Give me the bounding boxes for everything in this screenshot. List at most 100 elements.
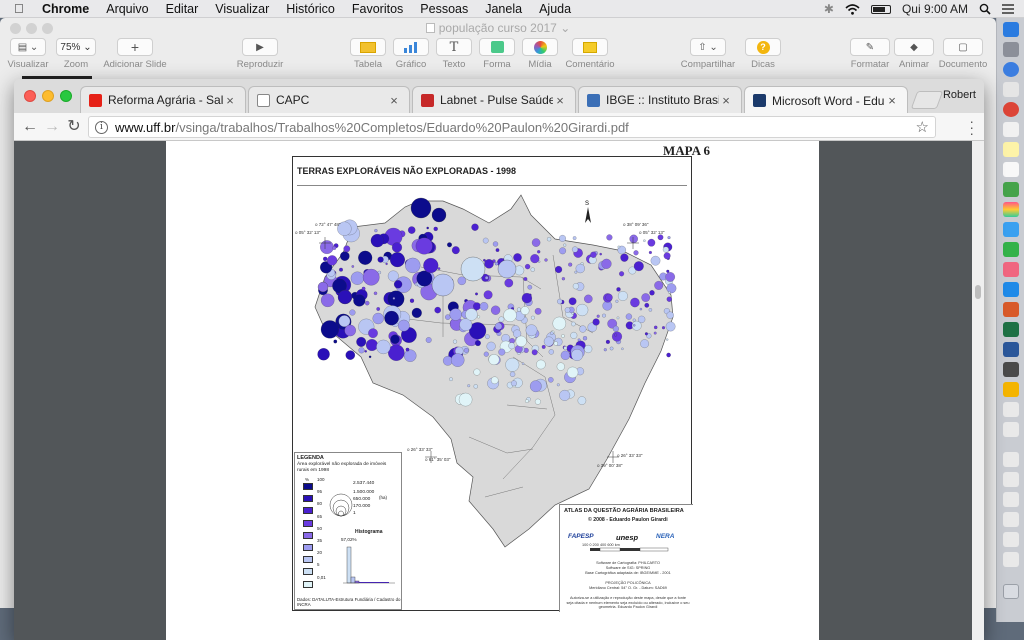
preview-icon[interactable] — [1003, 402, 1019, 417]
pdf-stack-icon[interactable] — [1003, 532, 1019, 547]
map-bubble — [582, 336, 588, 341]
compartilhar-button[interactable]: ⇧ ⌄ Compartilhar — [680, 38, 736, 70]
keynote-icon[interactable] — [1003, 382, 1019, 397]
map-bubble — [544, 258, 548, 262]
menu-favoritos[interactable]: Favoritos — [352, 2, 403, 16]
map-bubble — [530, 315, 535, 320]
new-tab-button[interactable] — [910, 91, 944, 109]
comentario-button[interactable]: Comentário — [565, 38, 615, 70]
vertical-scrollbar[interactable] — [972, 141, 984, 640]
minimize-window-button[interactable] — [42, 90, 54, 102]
bluetooth-icon[interactable]: ✱ — [824, 2, 834, 16]
url-input[interactable]: i www.uff.br/vsinga/trabalhos/Trabalhos%… — [88, 116, 936, 138]
tab-ibge[interactable]: IBGE :: Instituto Brasileiro d × — [578, 86, 742, 113]
zoom-button[interactable]: 75% ⌄ Zoom — [54, 38, 98, 70]
back-arrow-icon[interactable]: ← — [20, 117, 40, 137]
apple-menu-icon[interactable]:  — [14, 1, 28, 16]
close-tab-icon[interactable]: × — [885, 93, 899, 108]
tab-microsoft-word[interactable]: Microsoft Word - Eduardo P × — [744, 86, 908, 114]
close-tab-icon[interactable]: × — [387, 93, 401, 108]
battery-icon[interactable] — [870, 4, 891, 14]
launchpad-icon[interactable] — [1003, 42, 1019, 57]
maximize-window-button[interactable] — [60, 90, 72, 102]
safari-icon[interactable] — [1003, 62, 1019, 77]
menu-list-icon[interactable] — [1002, 4, 1014, 14]
forward-arrow-icon[interactable]: → — [42, 117, 62, 137]
menu-janela[interactable]: Janela — [485, 2, 522, 16]
maps-icon[interactable] — [1003, 182, 1019, 197]
map-bubble — [555, 265, 563, 273]
trash-icon[interactable] — [1003, 584, 1019, 599]
reload-icon[interactable]: ↻ — [64, 117, 84, 137]
legend-swatch — [303, 483, 313, 490]
dicas-button[interactable]: ? Dicas — [745, 38, 781, 70]
app-store-icon[interactable] — [1003, 282, 1019, 297]
map-bubble — [525, 263, 531, 270]
itunes-icon[interactable] — [1003, 262, 1019, 277]
chrome-menu-icon[interactable]: · · · — [969, 114, 974, 140]
profile-button[interactable]: Robert — [943, 89, 976, 101]
notes-icon[interactable] — [1003, 142, 1019, 157]
document-stack-icon[interactable] — [1003, 452, 1019, 467]
image-stack-icon[interactable] — [1003, 552, 1019, 567]
close-window-button[interactable] — [24, 90, 36, 102]
messages-icon[interactable] — [1003, 222, 1019, 237]
menu-editar[interactable]: Editar — [166, 2, 199, 16]
play-button[interactable]: ▶ Reproduzir — [232, 38, 288, 70]
map-bubble — [630, 297, 640, 308]
scrollbar-thumb[interactable] — [975, 285, 981, 299]
legend-swatch — [303, 568, 313, 576]
legend-class-label: 65 — [317, 513, 323, 519]
downloads-stack-icon[interactable] — [1003, 472, 1019, 487]
close-tab-icon[interactable]: × — [553, 93, 567, 108]
wifi-icon[interactable] — [845, 3, 860, 15]
menu-app-chrome[interactable]: Chrome — [42, 2, 89, 16]
map-bubble — [570, 331, 578, 339]
documento-button[interactable]: ▢ Documento — [936, 38, 990, 70]
system-preferences-icon[interactable] — [1003, 362, 1019, 377]
calendar-icon[interactable] — [1003, 122, 1019, 137]
tab-capc[interactable]: CAPC × — [248, 86, 410, 113]
midia-button[interactable]: Mídia — [522, 38, 558, 70]
forma-button[interactable]: Forma — [479, 38, 515, 70]
grafico-button[interactable]: Gráfico — [393, 38, 429, 70]
facetime-icon[interactable] — [1003, 242, 1019, 257]
tab-labnet[interactable]: Labnet - Pulse Saúde × — [412, 86, 576, 113]
tab-reforma-agraria[interactable]: Reforma Agrária - Sala Del × — [80, 86, 246, 113]
tabela-button[interactable]: Tabela — [350, 38, 386, 70]
menu-pessoas[interactable]: Pessoas — [420, 2, 468, 16]
close-tab-icon[interactable]: × — [719, 93, 733, 108]
spotlight-search-icon[interactable] — [979, 3, 991, 15]
bookmark-star-icon[interactable]: ☆ — [916, 118, 929, 136]
menu-visualizar[interactable]: Visualizar — [215, 2, 269, 16]
map-bubble — [340, 251, 350, 261]
chevron-down-icon[interactable]: ⌄ — [560, 21, 570, 35]
formatar-button[interactable]: ✎ Formatar — [848, 38, 892, 70]
chrome-icon[interactable] — [1003, 102, 1019, 117]
add-slide-button[interactable]: + Adicionar Slide — [102, 38, 168, 70]
folder-stack-icon[interactable] — [1003, 492, 1019, 507]
powerpoint-icon[interactable] — [1003, 302, 1019, 317]
site-info-icon[interactable]: i — [95, 120, 108, 134]
menu-historico[interactable]: Histórico — [286, 2, 335, 16]
visualizar-button[interactable]: ▤ ⌄ Visualizar — [6, 38, 50, 70]
finder-icon[interactable] — [1003, 22, 1019, 37]
photos-icon[interactable] — [1003, 202, 1019, 217]
textedit-icon[interactable] — [1003, 422, 1019, 437]
legend-heading: LEGENDA — [297, 455, 324, 461]
word-icon[interactable] — [1003, 342, 1019, 357]
coord-label: o 72° 47' 48" — [315, 222, 341, 227]
excel-icon[interactable] — [1003, 322, 1019, 337]
menu-ajuda[interactable]: Ajuda — [539, 2, 571, 16]
pdf-viewport[interactable]: MAPA 6 TERRAS EXPLORÁVEIS NÃO EXPLORADAS… — [14, 141, 984, 640]
close-tab-icon[interactable]: × — [223, 93, 237, 108]
menu-arquivo[interactable]: Arquivo — [106, 2, 148, 16]
file-stack-icon[interactable] — [1003, 512, 1019, 527]
mail-icon[interactable] — [1003, 82, 1019, 97]
reminders-icon[interactable] — [1003, 162, 1019, 177]
texto-button[interactable]: T Texto — [436, 38, 472, 70]
map-bubble — [548, 377, 554, 383]
clock[interactable]: Qui 9:00 AM — [902, 2, 968, 16]
plus-icon: + — [117, 38, 153, 56]
animar-button[interactable]: ◆ Animar — [892, 38, 936, 70]
